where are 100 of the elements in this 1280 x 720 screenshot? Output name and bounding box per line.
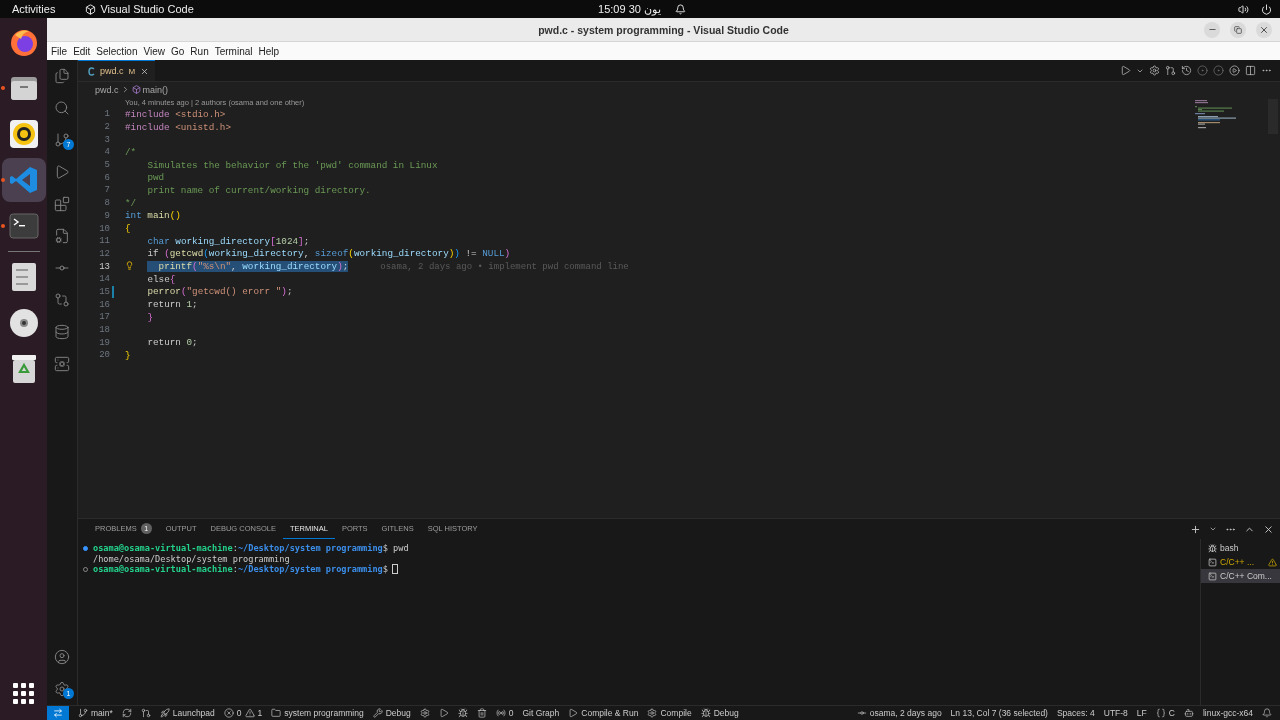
status-item[interactable]: LF <box>1136 708 1147 718</box>
wrench-icon <box>372 708 383 718</box>
line-number: 6 <box>103 172 110 183</box>
close-button[interactable] <box>1256 21 1272 38</box>
browser-icon <box>8 27 39 57</box>
bot-icon[interactable] <box>1183 708 1194 718</box>
power-icon[interactable] <box>1261 3 1272 15</box>
files-icon[interactable] <box>54 68 70 84</box>
c-file-icon <box>88 66 95 76</box>
pull-request-icon[interactable] <box>140 708 151 718</box>
menu-item[interactable]: Selection <box>93 45 141 57</box>
folder-icon <box>8 74 39 102</box>
play-icon[interactable] <box>54 164 70 180</box>
menu-item[interactable]: View <box>140 45 168 57</box>
sync-icon[interactable] <box>121 708 132 718</box>
account-icon[interactable] <box>54 649 70 665</box>
menu-item[interactable]: Edit <box>70 45 94 57</box>
line-number: 15 <box>98 286 110 297</box>
branch-icon[interactable] <box>54 132 70 148</box>
lightbulb-icon[interactable] <box>125 261 134 271</box>
line-number: 3 <box>103 134 110 145</box>
gear-icon[interactable] <box>1149 65 1160 76</box>
bell-icon[interactable] <box>674 3 686 15</box>
status-item[interactable]: Compile <box>647 708 692 718</box>
status-item[interactable]: system programming <box>271 708 364 718</box>
line-number: 11 <box>98 236 110 247</box>
history-icon[interactable] <box>1181 65 1192 76</box>
line-number: 5 <box>103 160 110 171</box>
recycle-bin-icon <box>10 354 37 384</box>
compare-icon[interactable] <box>54 292 70 308</box>
prompt-separator: : <box>232 543 238 554</box>
line-number: 14 <box>98 274 110 285</box>
error-icon <box>223 708 234 718</box>
status-item[interactable]: Ln 13, Col 7 (36 selected) <box>950 708 1048 718</box>
status-item[interactable]: C <box>1155 708 1175 718</box>
line-number: 19 <box>98 337 110 348</box>
warning-icon <box>1268 557 1277 567</box>
editor-tab[interactable]: pwd.c M <box>78 60 156 81</box>
file-gear-icon[interactable] <box>54 228 70 244</box>
app-menu[interactable]: Visual Studio Code <box>100 3 194 15</box>
code-line: #include <stdio.h> <box>125 108 226 120</box>
breadcrumb-item[interactable]: pwd.c <box>92 84 119 95</box>
status-item[interactable]: UTF-8 <box>1103 708 1128 718</box>
caret-icon[interactable] <box>1209 525 1217 533</box>
status-item[interactable]: main* <box>78 708 113 718</box>
menu-item[interactable]: Terminal <box>211 45 256 57</box>
breadcrumb-item[interactable]: main() <box>142 84 169 95</box>
status-item[interactable]: osama, 2 days ago <box>856 708 942 718</box>
volume-icon[interactable] <box>1238 3 1249 15</box>
database-icon[interactable] <box>54 324 70 340</box>
status-item[interactable]: Debug <box>372 708 411 718</box>
gear-icon <box>419 708 430 718</box>
code-line: } <box>146 311 153 323</box>
search-icon[interactable] <box>54 100 70 116</box>
menu-item[interactable]: Go <box>168 45 188 57</box>
command-text: $ pwd <box>382 543 409 554</box>
bell-icon[interactable] <box>1262 708 1272 718</box>
antenna-icon <box>495 708 506 718</box>
status-item[interactable]: Compile & Run <box>568 708 639 718</box>
line-number: 12 <box>98 248 110 259</box>
line-number: 16 <box>98 299 110 310</box>
blocks-icon[interactable] <box>54 196 70 212</box>
bug-icon <box>457 708 468 718</box>
terminal-session[interactable]: bash <box>1201 541 1280 555</box>
status-item[interactable]: 0 <box>495 708 514 718</box>
status-item[interactable]: Spaces: 4 <box>1056 708 1095 718</box>
menu-item[interactable]: Help <box>255 45 283 57</box>
terminal-session[interactable]: C/C++ ... <box>1201 555 1280 569</box>
play-circle-icon[interactable] <box>1229 65 1240 76</box>
split-editor-icon[interactable] <box>1245 65 1256 76</box>
code-editor-icon <box>8 165 39 195</box>
code-line: #include <unistd.h> <box>125 121 231 133</box>
maximize-button[interactable] <box>1230 21 1246 38</box>
menu-item[interactable]: File <box>48 45 71 57</box>
apps-grid-icon[interactable] <box>12 683 35 705</box>
code-line: return 1; <box>146 299 198 311</box>
line-number: 1 <box>103 109 110 120</box>
menu-item[interactable]: Run <box>187 45 212 57</box>
code-line: } <box>125 349 131 361</box>
add-icon[interactable] <box>1190 523 1201 535</box>
terminal-session[interactable]: C/C++ Com... <box>1201 569 1280 583</box>
pull-request-icon[interactable] <box>1165 65 1176 76</box>
settings-icon[interactable] <box>54 681 70 697</box>
problems-button[interactable]: 0 1 <box>223 708 263 718</box>
line-number: 2 <box>103 122 110 133</box>
branch-icon <box>78 708 88 718</box>
command-text: $ <box>382 564 388 575</box>
bug-icon <box>700 708 711 718</box>
status-item[interactable]: Debug <box>700 708 739 718</box>
status-item[interactable]: Git Graph <box>522 708 560 718</box>
trash-icon[interactable] <box>476 708 487 718</box>
status-item[interactable]: Launchpad <box>159 708 215 718</box>
server-icon[interactable] <box>54 356 70 372</box>
run-icon[interactable] <box>1120 65 1131 76</box>
close-icon[interactable] <box>1263 523 1274 535</box>
line-number: 9 <box>103 210 110 221</box>
close-icon[interactable] <box>140 66 150 76</box>
clock[interactable]: 15:09 30 يون <box>598 2 661 16</box>
status-item[interactable]: linux-gcc-x64 <box>1202 708 1253 718</box>
activities-button[interactable]: Activities <box>12 3 56 15</box>
